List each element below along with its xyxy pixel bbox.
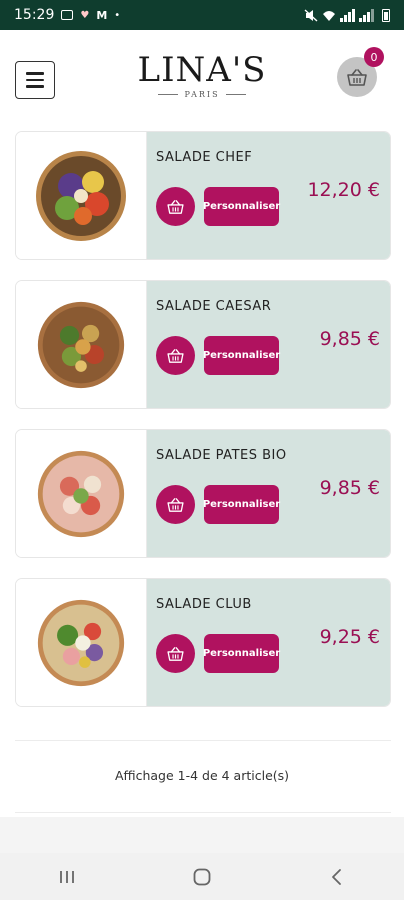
mail-notification-icon: M: [96, 8, 108, 22]
add-to-cart-button[interactable]: [156, 634, 195, 673]
footer: [0, 817, 404, 853]
home-button[interactable]: [182, 857, 222, 897]
back-button[interactable]: [317, 857, 357, 897]
more-notifications-dot-icon: •: [114, 9, 121, 21]
product-info: SALADE PATES BIO 9,85 € Personnaliser: [147, 430, 390, 557]
salad-bowl-image: [36, 150, 126, 241]
recent-apps-button[interactable]: [47, 857, 87, 897]
salad-bowl-image: [37, 450, 125, 537]
product-card[interactable]: SALADE PATES BIO 9,85 € Personnaliser: [15, 429, 391, 558]
wifi-icon: [323, 10, 335, 21]
basket-icon: [167, 646, 184, 661]
status-bar: 15:29 ♥ M •: [0, 0, 404, 30]
product-price: 9,85 €: [319, 477, 380, 499]
product-name[interactable]: SALADE CLUB: [156, 597, 252, 612]
basket-icon: [167, 199, 184, 214]
gallery-notification-icon: [61, 10, 74, 20]
add-to-cart-button[interactable]: [156, 336, 195, 375]
logo-subtitle-text: PARIS: [184, 90, 220, 99]
product-image[interactable]: [16, 281, 147, 408]
divider: [15, 740, 391, 741]
product-price: 9,85 €: [319, 328, 380, 350]
system-nav-bar: [0, 853, 404, 900]
back-chevron-icon: [331, 868, 341, 885]
basket-icon: [167, 497, 184, 512]
product-name[interactable]: SALADE CAESAR: [156, 299, 271, 314]
salad-bowl-image: [37, 301, 125, 388]
status-time: 15:29: [14, 7, 55, 23]
signal-strength-2-icon: [359, 8, 374, 22]
add-to-cart-button[interactable]: [156, 485, 195, 524]
battery-icon: [382, 8, 390, 22]
customize-button[interactable]: Personnaliser: [203, 187, 280, 226]
product-name[interactable]: SALADE PATES BIO: [156, 448, 287, 463]
recent-apps-icon: [60, 870, 75, 883]
product-image[interactable]: [16, 132, 147, 259]
customize-button[interactable]: Personnaliser: [203, 485, 280, 524]
customize-button[interactable]: Personnaliser: [203, 634, 280, 673]
basket-icon: [167, 348, 184, 363]
home-icon: [193, 868, 211, 885]
product-card[interactable]: SALADE CAESAR 9,85 € Personnaliser: [15, 280, 391, 409]
basket-icon: [347, 68, 367, 86]
product-card[interactable]: SALADE CHEF 12,20 € Personnaliser: [15, 131, 391, 260]
heart-notification-icon: ♥: [80, 9, 90, 21]
mute-icon: [304, 8, 318, 22]
product-image[interactable]: [16, 430, 147, 557]
product-price: 12,20 €: [307, 179, 380, 201]
product-name[interactable]: SALADE CHEF: [156, 150, 252, 165]
product-info: SALADE CLUB 9,25 € Personnaliser: [147, 579, 390, 706]
pagination-summary: Affichage 1-4 de 4 article(s): [114, 768, 290, 783]
add-to-cart-button[interactable]: [156, 187, 195, 226]
product-info: SALADE CHEF 12,20 € Personnaliser: [147, 132, 390, 259]
product-price: 9,25 €: [319, 626, 380, 648]
customize-button[interactable]: Personnaliser: [203, 336, 280, 375]
header: LINA'S PARIS 0: [0, 30, 404, 120]
cart-count-badge: 0: [364, 47, 384, 67]
product-info: SALADE CAESAR 9,85 € Personnaliser: [147, 281, 390, 408]
salad-bowl-image: [37, 599, 125, 686]
product-image[interactable]: [16, 579, 147, 706]
divider: [15, 812, 391, 813]
product-card[interactable]: SALADE CLUB 9,25 € Personnaliser: [15, 578, 391, 707]
signal-strength-icon: [340, 8, 355, 22]
